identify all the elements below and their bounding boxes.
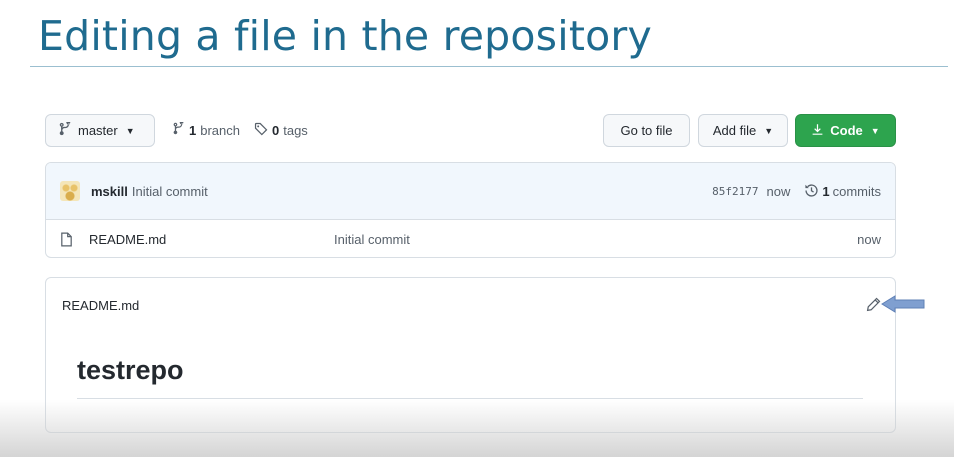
commit-word: commits: [832, 184, 881, 199]
code-label: Code: [830, 123, 863, 138]
go-to-file-label: Go to file: [620, 123, 673, 138]
file-commit-message-link[interactable]: Initial commit: [334, 232, 410, 247]
file-icon: [60, 232, 73, 247]
history-icon: [804, 183, 819, 201]
tag-icon: [254, 122, 268, 139]
tag-count: 0: [272, 123, 280, 138]
readme-panel: README.md testrepo: [45, 277, 896, 433]
branch-select-button[interactable]: master ▼: [45, 114, 155, 147]
commit-count: 1: [822, 184, 830, 199]
commit-sha-link[interactable]: 85f2177: [712, 185, 758, 198]
readme-filename: README.md: [62, 298, 140, 313]
pencil-icon[interactable]: [866, 297, 881, 312]
branches-link[interactable]: 1 branch: [172, 120, 240, 138]
branch-icon: [172, 120, 185, 138]
branch-label: master: [78, 123, 118, 138]
slide-title: Editing a file in the repository: [38, 12, 652, 60]
file-row[interactable]: README.md Initial commit now: [46, 220, 895, 257]
branch-word: branch: [200, 122, 240, 138]
title-rule: [30, 66, 948, 67]
download-icon: [811, 123, 824, 139]
go-to-file-button[interactable]: Go to file: [603, 114, 690, 147]
caret-down-icon: ▼: [870, 125, 880, 136]
readme-heading-rule: [77, 398, 863, 399]
add-file-button[interactable]: Add file ▼: [698, 114, 788, 147]
file-list: mskill Initial commit 85f2177 now 1 comm…: [45, 162, 896, 258]
commit-age: now: [766, 184, 791, 199]
branch-count: 1: [189, 122, 197, 138]
pointer-arrow: [881, 295, 925, 313]
commit-author-link[interactable]: mskill: [91, 184, 128, 199]
code-button[interactable]: Code ▼: [795, 114, 896, 147]
tag-word: tags: [283, 123, 308, 138]
readme-heading: testrepo: [77, 355, 184, 385]
file-age: now: [857, 231, 881, 247]
commit-meta: 85f2177 now 1 commits: [712, 163, 881, 220]
latest-commit-row: mskill Initial commit 85f2177 now 1 comm…: [46, 163, 895, 220]
file-name-link[interactable]: README.md: [89, 232, 334, 247]
commits-history-link[interactable]: 1 commits: [804, 183, 881, 201]
caret-down-icon: ▼: [125, 125, 135, 136]
caret-down-icon: ▼: [764, 125, 774, 136]
add-file-label: Add file: [712, 123, 757, 138]
avatar[interactable]: [60, 181, 80, 201]
branch-icon: [58, 120, 72, 139]
tags-link[interactable]: 0 tags: [254, 122, 308, 139]
commit-message-link[interactable]: Initial commit: [132, 184, 208, 199]
